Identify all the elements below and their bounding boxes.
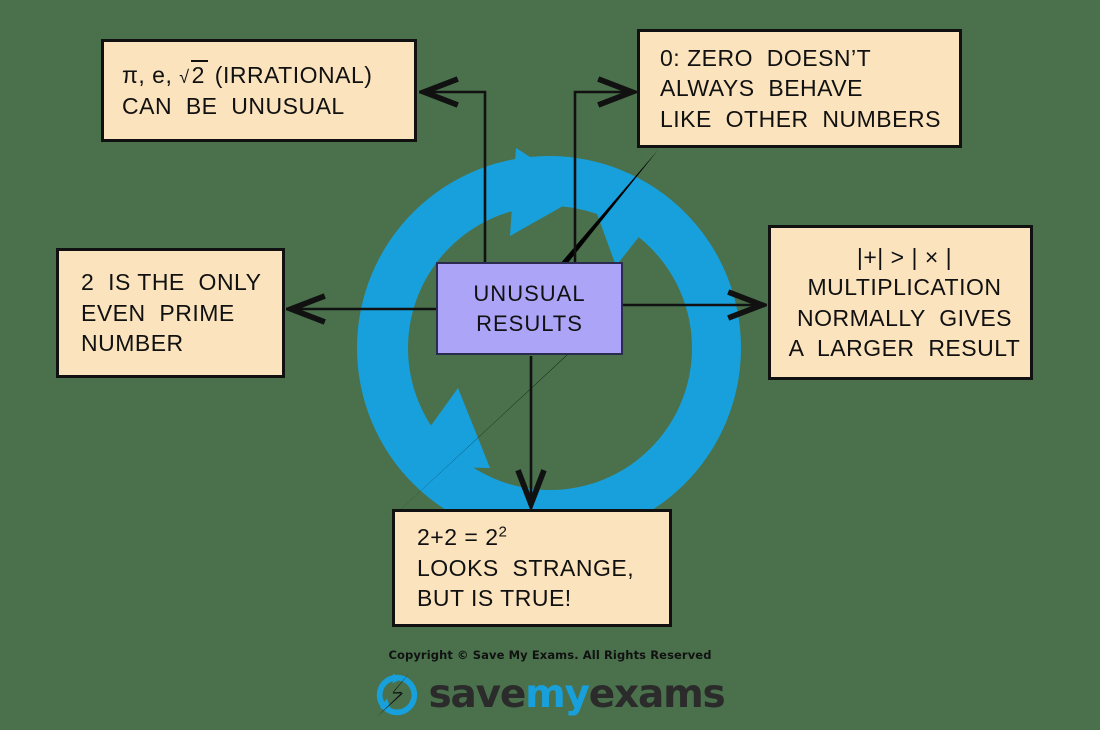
copyright-text: Copyright © Save My Exams. All Rights Re… xyxy=(388,648,712,662)
zero-line-1: 0: ZERO DOESN’T xyxy=(660,44,872,71)
multiplication-line-2: MULTIPLICATION xyxy=(807,274,1002,301)
center-line-2: RESULTS xyxy=(476,310,583,336)
diagram-canvas: π, e, √2 (IRRATIONAL) CAN BE UNUSUAL 0: … xyxy=(0,0,1100,730)
multiplication-line-4: A LARGER RESULT xyxy=(788,334,1021,361)
even-prime-line-2: EVEN PRIME xyxy=(81,299,235,326)
save-my-exams-logo: savemyexams xyxy=(375,672,726,717)
brand-mark-icon xyxy=(377,672,418,717)
node-two-plus-two[interactable]: 2+2 = 22 LOOKS STRANGE, BUT IS TRUE! xyxy=(392,509,672,627)
node-irrational-numbers[interactable]: π, e, √2 (IRRATIONAL) CAN BE UNUSUAL xyxy=(101,39,417,142)
node-multiplication[interactable]: |+| > | × | MULTIPLICATION NORMALLY GIVE… xyxy=(768,225,1033,380)
node-unusual-results[interactable]: UNUSUAL RESULTS xyxy=(436,262,623,355)
multiplication-line-1: |+| > | × | xyxy=(856,243,953,270)
sqrt-icon: √ xyxy=(179,67,190,88)
two-plus-two-line-1: 2+2 = 22 xyxy=(417,523,508,551)
footer: Copyright © Save My Exams. All Rights Re… xyxy=(0,648,1100,722)
arrow-center-to-zero xyxy=(573,92,632,262)
zero-line-2: ALWAYS BEHAVE xyxy=(660,75,863,102)
center-line-1: UNUSUAL xyxy=(473,281,586,307)
brand-text: savemyexams xyxy=(428,672,725,717)
node-zero-behaviour[interactable]: 0: ZERO DOESN’T ALWAYS BEHAVE LIKE OTHER… xyxy=(637,29,962,148)
irrational-line-1: π, e, √2 (IRRATIONAL) xyxy=(122,60,373,89)
zero-line-3: LIKE OTHER NUMBERS xyxy=(660,105,941,132)
irrational-line-2: CAN BE UNUSUAL xyxy=(122,92,345,119)
even-prime-line-1: 2 IS THE ONLY xyxy=(81,269,262,296)
even-prime-line-3: NUMBER xyxy=(81,330,184,357)
two-plus-two-line-3: BUT IS TRUE! xyxy=(417,585,572,612)
multiplication-line-3: NORMALLY GIVES xyxy=(797,304,1012,331)
node-even-prime[interactable]: 2 IS THE ONLY EVEN PRIME NUMBER xyxy=(56,248,285,378)
arrow-center-to-irrational xyxy=(424,92,487,262)
two-plus-two-line-2: LOOKS STRANGE, xyxy=(417,554,635,581)
